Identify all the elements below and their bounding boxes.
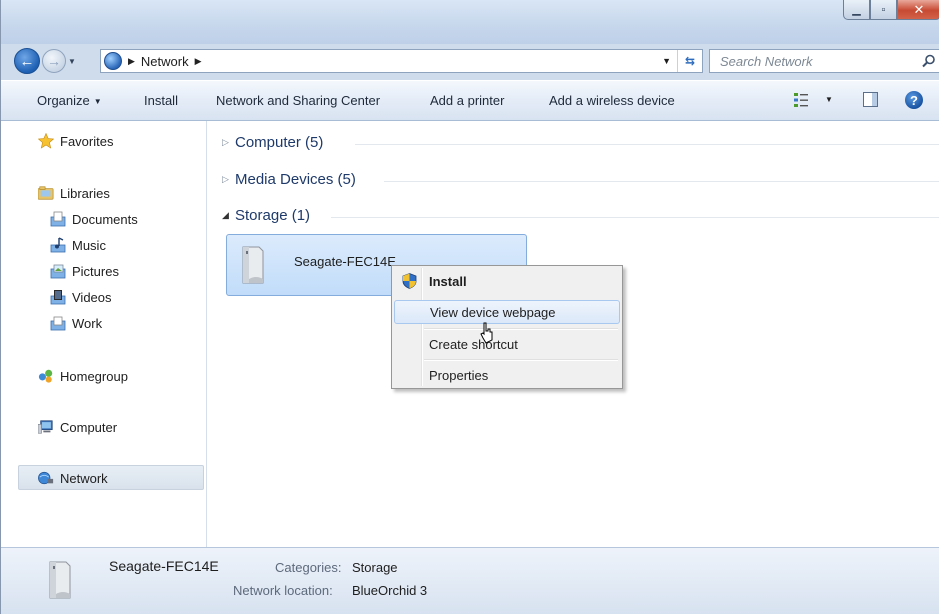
computer-icon bbox=[38, 419, 54, 435]
network-globe-icon bbox=[104, 52, 122, 70]
explorer-window: ▁ ▫ ✕ ← → ▼ ▶ Network ▶ ▼ ⇆ Search Netwo… bbox=[0, 0, 939, 614]
nav-libraries[interactable]: Libraries bbox=[38, 183, 110, 203]
menu-item-create-shortcut[interactable]: Create shortcut bbox=[394, 332, 620, 356]
breadcrumb-separator[interactable]: ▶ bbox=[195, 56, 202, 67]
group-header-media-devices[interactable]: ▷ Media Devices (5) bbox=[222, 171, 356, 188]
add-wireless-device-button[interactable]: Add a wireless device bbox=[549, 93, 675, 108]
navigation-pane: Favorites Libraries Documents Music Pict… bbox=[0, 121, 207, 547]
collapse-arrow-icon[interactable]: ◢ bbox=[222, 210, 235, 221]
view-options-dropdown[interactable]: ▼ bbox=[825, 95, 833, 104]
details-device-name: Seagate-FEC14E bbox=[109, 558, 219, 574]
group-divider bbox=[384, 181, 939, 182]
details-categories-label: Categories: bbox=[275, 560, 342, 575]
refresh-button[interactable]: ⇆ bbox=[677, 50, 702, 72]
menu-separator bbox=[424, 359, 618, 361]
menu-item-install[interactable]: Install bbox=[394, 269, 620, 293]
network-sharing-center-button[interactable]: Network and Sharing Center bbox=[216, 93, 380, 108]
details-location-label: Network location: bbox=[233, 583, 333, 598]
nav-music[interactable]: Music bbox=[50, 235, 106, 255]
address-bar[interactable]: ▶ Network ▶ ▼ ⇆ bbox=[100, 49, 703, 73]
pictures-icon bbox=[50, 263, 66, 279]
forward-button[interactable]: → bbox=[42, 49, 66, 73]
breadcrumb-separator[interactable]: ▶ bbox=[128, 56, 135, 67]
homegroup-icon bbox=[38, 368, 54, 384]
nav-computer[interactable]: Computer bbox=[38, 417, 117, 437]
expand-arrow-icon[interactable]: ▷ bbox=[222, 174, 235, 185]
hand-cursor-icon bbox=[480, 322, 493, 344]
menu-separator bbox=[424, 328, 618, 330]
star-icon bbox=[38, 133, 54, 149]
search-box[interactable]: Search Network bbox=[709, 49, 939, 73]
maximize-button[interactable]: ▫ bbox=[870, 0, 897, 20]
group-header-computer[interactable]: ▷ Computer (5) bbox=[222, 134, 323, 151]
search-input[interactable]: Search Network bbox=[720, 54, 918, 69]
details-categories-value: Storage bbox=[352, 560, 398, 575]
group-divider bbox=[355, 144, 939, 145]
nav-favorites[interactable]: Favorites bbox=[38, 131, 113, 151]
uac-shield-icon bbox=[402, 273, 417, 289]
storage-device-name: Seagate-FEC14E bbox=[294, 254, 396, 269]
install-button[interactable]: Install bbox=[144, 93, 178, 108]
nav-work[interactable]: Work bbox=[50, 313, 102, 333]
network-globe-icon bbox=[38, 470, 54, 486]
group-header-storage[interactable]: ◢ Storage (1) bbox=[222, 207, 310, 224]
navigation-buttons: ← → ▼ bbox=[14, 47, 76, 75]
nav-network[interactable]: Network bbox=[38, 468, 108, 488]
details-location-value: BlueOrchid 3 bbox=[352, 583, 428, 598]
expand-arrow-icon[interactable]: ▷ bbox=[222, 137, 235, 148]
breadcrumb-network[interactable]: Network bbox=[141, 54, 189, 69]
preview-pane-icon[interactable] bbox=[863, 92, 878, 107]
help-icon[interactable]: ? bbox=[905, 91, 923, 109]
recent-pages-dropdown[interactable]: ▼ bbox=[68, 57, 76, 66]
back-button[interactable]: ← bbox=[14, 48, 40, 74]
search-icon[interactable] bbox=[918, 54, 939, 68]
storage-drive-icon bbox=[49, 561, 71, 599]
menu-item-view-device-webpage[interactable]: View device webpage bbox=[394, 300, 620, 324]
documents-icon bbox=[50, 211, 66, 227]
libraries-folder-icon bbox=[38, 185, 54, 201]
storage-drive-icon bbox=[242, 246, 264, 284]
caption-buttons: ▁ ▫ ✕ bbox=[843, 0, 939, 20]
organize-menu[interactable]: Organize ▼ bbox=[37, 93, 102, 108]
chevron-down-icon: ▼ bbox=[93, 97, 102, 107]
context-menu: Install View device webpage Create short… bbox=[391, 265, 623, 389]
minimize-button[interactable]: ▁ bbox=[843, 0, 870, 20]
work-library-icon bbox=[50, 315, 66, 331]
command-bar: Organize ▼ Install Network and Sharing Ce… bbox=[0, 80, 939, 121]
details-pane: Seagate-FEC14E Categories: Storage Netwo… bbox=[0, 547, 939, 614]
address-history-dropdown[interactable]: ▼ bbox=[662, 56, 671, 66]
close-button[interactable]: ✕ bbox=[897, 0, 939, 20]
nav-videos[interactable]: Videos bbox=[50, 287, 112, 307]
group-divider bbox=[331, 217, 939, 218]
nav-homegroup[interactable]: Homegroup bbox=[38, 366, 128, 386]
nav-pictures[interactable]: Pictures bbox=[50, 261, 119, 281]
menu-item-properties[interactable]: Properties bbox=[394, 363, 620, 387]
add-printer-button[interactable]: Add a printer bbox=[430, 93, 504, 108]
title-bar: ▁ ▫ ✕ bbox=[0, 0, 939, 44]
videos-icon bbox=[50, 289, 66, 305]
music-icon bbox=[50, 237, 66, 253]
nav-documents[interactable]: Documents bbox=[50, 209, 138, 229]
change-view-icon[interactable] bbox=[794, 92, 808, 108]
